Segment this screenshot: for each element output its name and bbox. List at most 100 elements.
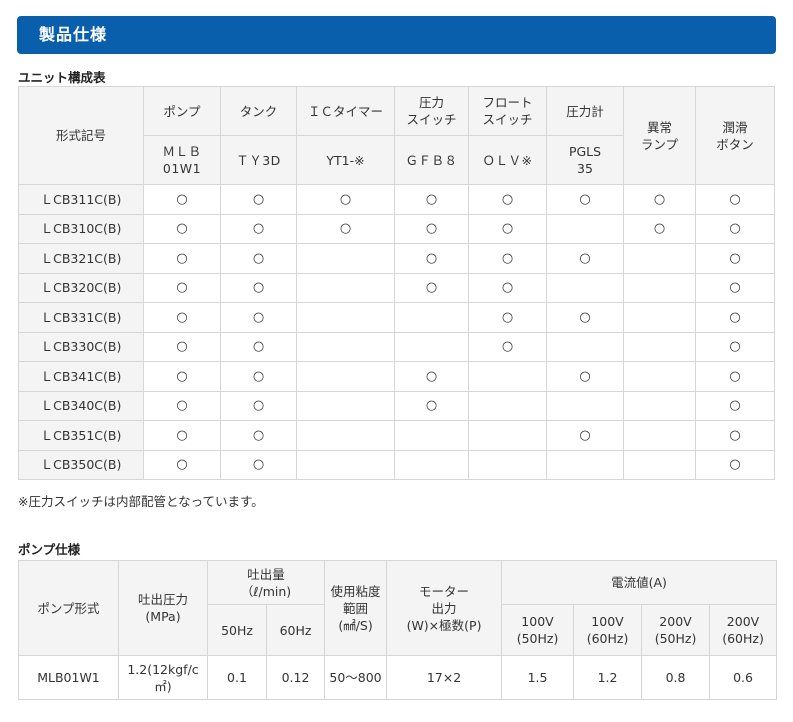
availability-cell: ○ (468, 302, 547, 333)
availability-cell: ○ (468, 272, 547, 303)
table-row: ＬCB350C(B) ○ ○ ○ (18, 449, 775, 480)
header-60hz: 60Hz (265, 604, 326, 656)
availability-cell: ○ (143, 213, 221, 244)
availability-cell (546, 213, 624, 244)
availability-cell: ○ (695, 302, 775, 333)
availability-cell: ○ (394, 361, 469, 392)
cell-current-100v-50hz: 1.5 (501, 655, 575, 700)
availability-cell (296, 449, 395, 480)
availability-cell: ○ (143, 302, 221, 333)
availability-cell (394, 449, 469, 480)
availability-cell: ○ (220, 213, 297, 244)
availability-cell: ○ (468, 213, 547, 244)
row-model-code: ＬCB331C(B) (18, 302, 144, 333)
availability-cell (468, 390, 547, 421)
availability-cell (468, 361, 547, 392)
row-model-code: ＬCB351C(B) (18, 420, 144, 451)
header-current-200v-50hz: 200V (50Hz) (641, 604, 711, 656)
col-header-pump: ポンプ (143, 86, 221, 136)
availability-cell: ○ (220, 331, 297, 362)
header-viscosity: 使用粘度 範囲 (㎟/S) (324, 560, 388, 656)
availability-cell (623, 331, 696, 362)
availability-cell: ○ (468, 331, 547, 362)
availability-cell: ○ (695, 272, 775, 303)
row-model-code: ＬCB321C(B) (18, 243, 144, 274)
model-pressure-switch: ＧＦＢ８ (394, 135, 469, 185)
availability-cell (623, 302, 696, 333)
cell-pump-type: MLB01W1 (18, 655, 119, 700)
cell-current-200v-60hz: 0.6 (709, 655, 778, 700)
table-row: ＬCB351C(B) ○ ○ ○ ○ (18, 420, 775, 451)
model-pressure-gauge: PGLS 35 (546, 135, 624, 185)
col-header-timer: ＩＣタイマー (296, 86, 395, 136)
availability-cell (546, 390, 624, 421)
row-model-code: ＬCB350C(B) (18, 449, 144, 480)
availability-cell (296, 302, 395, 333)
section-banner: 製品仕様 (17, 16, 776, 54)
availability-cell: ○ (220, 184, 297, 215)
availability-cell: ○ (296, 184, 395, 215)
unit-composition-table: 形式記号 ポンプ タンク ＩＣタイマー 圧力 スイッチ フロート スイッチ 圧力… (18, 86, 775, 480)
availability-cell: ○ (695, 420, 775, 451)
availability-cell (623, 390, 696, 421)
table-row: ＬCB331C(B) ○ ○ ○ ○ ○ (18, 302, 775, 333)
header-current-200v-60hz: 200V (60Hz) (709, 604, 778, 656)
header-pressure: 吐出圧力 (MPa) (118, 560, 208, 656)
availability-cell: ○ (143, 184, 221, 215)
table-row: ＬCB321C(B) ○ ○ ○ ○ ○ ○ (18, 243, 775, 274)
availability-cell: ○ (546, 184, 624, 215)
availability-cell: ○ (143, 243, 221, 274)
row-header: 形式記号 (18, 86, 144, 185)
model-timer: YT1-※ (296, 135, 395, 185)
col-header-pressure-switch: 圧力 スイッチ (394, 86, 469, 136)
availability-cell: ○ (143, 449, 221, 480)
availability-cell: ○ (220, 272, 297, 303)
availability-cell: ○ (220, 361, 297, 392)
model-tank: ＴＹ3D (220, 135, 297, 185)
header-current-100v-50hz: 100V (50Hz) (501, 604, 575, 656)
availability-cell (623, 420, 696, 451)
cell-current-200v-50hz: 0.8 (641, 655, 711, 700)
availability-cell (546, 449, 624, 480)
table-row: ＬCB341C(B) ○ ○ ○ ○ ○ (18, 361, 775, 392)
availability-cell: ○ (143, 331, 221, 362)
availability-cell: ○ (296, 213, 395, 244)
availability-cell: ○ (394, 184, 469, 215)
availability-cell (623, 243, 696, 274)
availability-cell (623, 361, 696, 392)
header-pump-type: ポンプ形式 (18, 560, 119, 656)
pump-spec-table: ポンプ形式 吐出圧力 (MPa) 吐出量 （ℓ/min) 使用粘度 範囲 (㎟/… (18, 560, 778, 700)
col-header-alarm-lamp: 異常 ランプ (623, 86, 696, 185)
section-title: 製品仕様 (39, 25, 108, 44)
availability-cell: ○ (695, 390, 775, 421)
availability-cell (296, 420, 395, 451)
model-pump: ＭＬＢ 01W1 (143, 135, 221, 185)
availability-cell: ○ (695, 184, 775, 215)
model-float-switch: ＯＬＶ※ (468, 135, 547, 185)
pump-table-heading: ポンプ仕様 (18, 542, 81, 557)
availability-cell: ○ (695, 243, 775, 274)
availability-cell: ○ (220, 420, 297, 451)
availability-cell (623, 449, 696, 480)
availability-cell: ○ (220, 449, 297, 480)
col-header-tank: タンク (220, 86, 297, 136)
availability-cell (296, 361, 395, 392)
cell-motor: 17×2 (386, 655, 503, 700)
header-current-100v-60hz: 100V (60Hz) (573, 604, 643, 656)
availability-cell: ○ (695, 449, 775, 480)
availability-cell (394, 420, 469, 451)
table-row: ＬCB330C(B) ○ ○ ○ ○ (18, 331, 775, 362)
availability-cell: ○ (220, 390, 297, 421)
availability-cell: ○ (143, 390, 221, 421)
availability-cell: ○ (143, 420, 221, 451)
availability-cell: ○ (394, 213, 469, 244)
availability-cell: ○ (695, 361, 775, 392)
header-current: 電流値(A) (501, 560, 778, 605)
availability-cell: ○ (546, 243, 624, 274)
availability-cell (394, 302, 469, 333)
header-discharge: 吐出量 （ℓ/min) (206, 560, 326, 605)
table-row: ＬCB340C(B) ○ ○ ○ ○ (18, 390, 775, 421)
availability-cell (296, 243, 395, 274)
cell-discharge-50hz: 0.1 (207, 655, 267, 700)
availability-cell: ○ (468, 243, 547, 274)
